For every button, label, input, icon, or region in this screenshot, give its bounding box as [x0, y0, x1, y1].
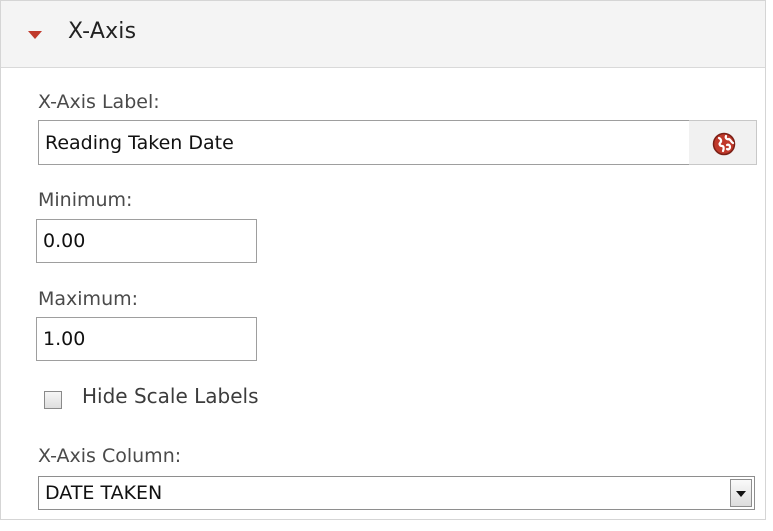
caret-down-icon[interactable] — [28, 31, 42, 39]
x-axis-label-input[interactable] — [38, 120, 690, 165]
translate-button[interactable] — [689, 120, 757, 165]
x-axis-label-label: X-Axis Label: — [38, 91, 160, 113]
section-title: X-Axis — [68, 19, 137, 44]
globe-icon — [712, 132, 736, 156]
hide-scale-labels-label[interactable]: Hide Scale Labels — [82, 384, 259, 408]
minimum-input[interactable] — [36, 219, 257, 263]
x-axis-column-selected-value: DATE TAKEN — [45, 482, 163, 504]
minimum-label: Minimum: — [38, 189, 133, 211]
x-axis-section-header[interactable]: X-Axis — [1, 1, 765, 68]
maximum-input[interactable] — [36, 317, 257, 361]
x-axis-column-select[interactable]: DATE TAKEN — [38, 476, 755, 510]
maximum-label: Maximum: — [38, 288, 139, 310]
x-axis-column-label: X-Axis Column: — [38, 445, 182, 467]
dropdown-arrow-icon[interactable] — [730, 479, 752, 507]
hide-scale-labels-checkbox[interactable] — [44, 391, 62, 409]
x-axis-panel: X-Axis X-Axis Label: Minimum: Maximum: H… — [0, 0, 766, 520]
